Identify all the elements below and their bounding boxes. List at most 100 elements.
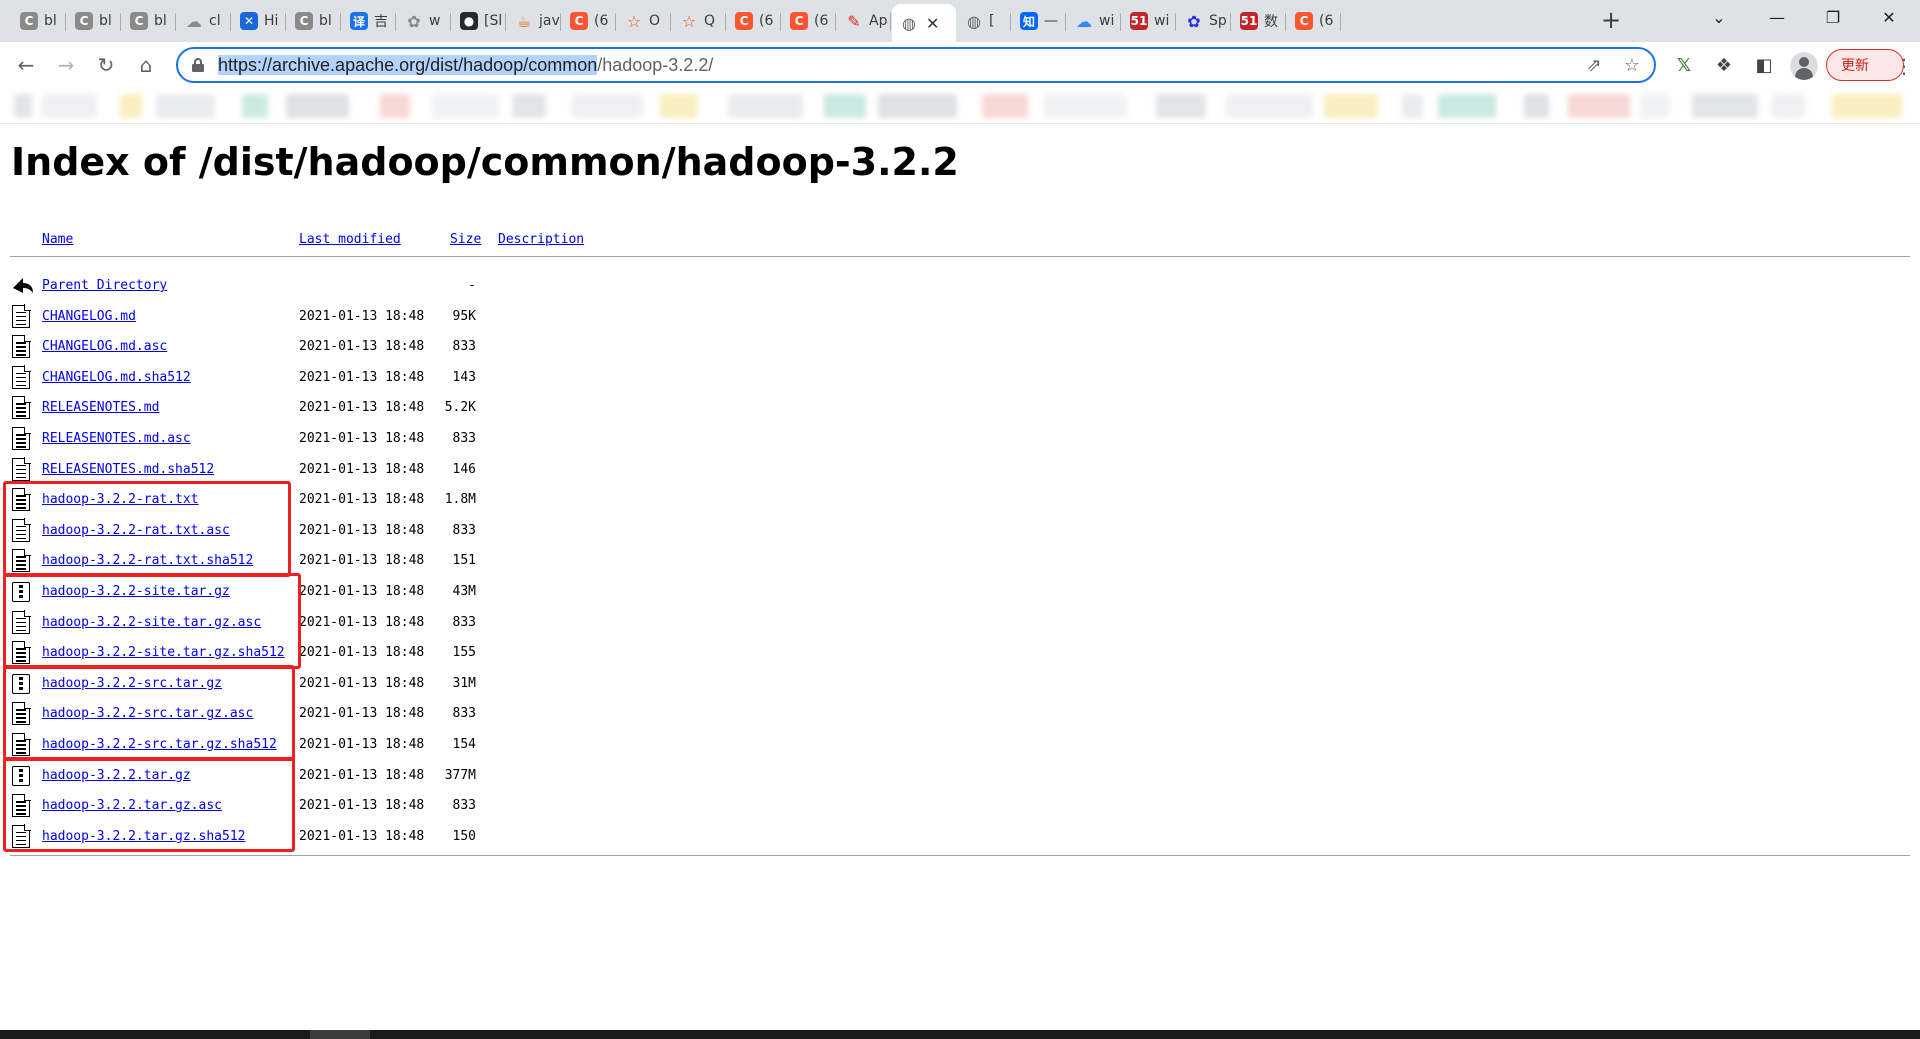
tab-search-chevron-icon[interactable]: ⌄ [1692, 0, 1746, 36]
tab-t13[interactable]: ☆ Q [672, 6, 726, 36]
last-modified-cell: 2021-01-13 18:48 [299, 522, 425, 538]
tab-t17[interactable]: ◍ ✕ [892, 4, 956, 42]
tab-t14[interactable]: C (6 [727, 6, 781, 36]
blurred-bookmark-item [1568, 94, 1630, 118]
tab-t5[interactable]: ✕ Hi [232, 6, 286, 36]
tab-separator [890, 13, 891, 31]
size-cell: 43M [452, 584, 476, 599]
tab-title: 数 [1264, 14, 1278, 30]
lock-icon[interactable] [192, 58, 204, 72]
column-header-description[interactable]: Description [498, 232, 584, 247]
tab-t22[interactable]: ✿ Sp [1177, 6, 1231, 36]
tab-separator [1120, 13, 1121, 31]
blurred-bookmark-item [242, 94, 268, 118]
parent-directory-link[interactable]: Parent Directory [42, 278, 167, 293]
blurred-bookmark-item [380, 94, 410, 118]
blurred-bookmark-item [286, 94, 349, 118]
tab-t18[interactable]: ◍[ [957, 6, 1011, 36]
tab-t6[interactable]: Cbl [287, 6, 341, 36]
tab-t15[interactable]: C (6 [782, 6, 836, 36]
tab-t4[interactable]: ☁ cl [177, 6, 231, 36]
file-link[interactable]: CHANGELOG.md [42, 309, 136, 324]
back-button[interactable]: ← [10, 50, 42, 82]
size-cell: 5.2K [444, 400, 476, 416]
tab-t24[interactable]: C (6 [1287, 6, 1341, 36]
tab-t19[interactable]: 知 — [1012, 6, 1066, 36]
tab-t16[interactable]: ✎ Ap [837, 6, 891, 36]
home-button[interactable]: ⌂ [130, 50, 162, 82]
update-button[interactable]: 更新 [1826, 49, 1904, 81]
cloud-icon: ☁ [186, 11, 202, 31]
tab-t9[interactable]: ● [Sl [452, 6, 506, 36]
tab-separator [1175, 13, 1176, 31]
tab-separator [1340, 13, 1341, 31]
blurred-bookmark-item [1832, 94, 1902, 118]
menu-dots-icon[interactable]: ⋮ [1894, 52, 1914, 80]
tab-t23[interactable]: 51 数 [1232, 6, 1286, 36]
csdn-gray-icon: C [130, 12, 148, 30]
tab-separator [615, 13, 616, 31]
tab-t20[interactable]: ☁ wi [1067, 6, 1121, 36]
tab-title: bl [44, 13, 57, 29]
url-text[interactable]: https://archive.apache.org/dist/hadoop/c… [218, 55, 713, 76]
divider-bottom [10, 855, 1910, 856]
tab-t8[interactable]: ✿ w [397, 6, 451, 36]
text-file-icon [10, 457, 32, 482]
tab-separator [395, 13, 396, 31]
blurred-bookmark-item [1640, 94, 1669, 118]
github-icon: ● [460, 12, 478, 30]
side-panel-icon[interactable]: ◧ [1750, 52, 1778, 80]
blurred-bookmark-item [1438, 94, 1496, 118]
file-link[interactable]: RELEASENOTES.md.asc [42, 431, 191, 446]
tab-t12[interactable]: ☆ O [617, 6, 671, 36]
tab-t3[interactable]: Cbl [122, 6, 176, 36]
baidu-icon: ✿ [1187, 11, 1201, 31]
file-link[interactable]: RELEASENOTES.md.sha512 [42, 462, 214, 477]
text-file-icon [10, 334, 32, 359]
tab-t2[interactable]: Cbl [67, 6, 121, 36]
csdn-icon: C [790, 12, 808, 30]
new-tab-button[interactable]: + [1596, 6, 1626, 36]
bookmark-star-icon[interactable]: ☆ [1620, 54, 1644, 78]
forward-button[interactable]: → [50, 50, 82, 82]
tab-title: wi [1099, 13, 1115, 29]
profile-avatar-icon[interactable] [1790, 52, 1818, 80]
restore-button[interactable]: ❐ [1806, 0, 1860, 36]
last-modified-cell: 2021-01-13 18:48 [299, 369, 425, 385]
tab-close-icon[interactable]: ✕ [926, 14, 939, 33]
reload-button[interactable]: ↻ [90, 50, 122, 82]
tab-t10[interactable]: ☕ jav [507, 6, 561, 36]
extension-x-icon[interactable]: 𝕏 [1670, 52, 1698, 80]
size-cell: 95K [452, 308, 476, 324]
file-link[interactable]: RELEASENOTES.md [42, 400, 159, 415]
csdn-icon: C [735, 12, 753, 30]
blurred-bookmark-item [432, 94, 499, 118]
last-modified-cell: 2021-01-13 18:48 [299, 553, 425, 569]
file-link[interactable]: CHANGELOG.md.asc [42, 339, 167, 354]
blurred-bookmark-item [120, 94, 142, 118]
tab-title: [ [989, 13, 995, 29]
minimize-button[interactable]: — [1750, 0, 1804, 36]
close-window-button[interactable]: ✕ [1862, 0, 1916, 36]
blurred-bookmark-item [42, 94, 97, 118]
file-link[interactable]: CHANGELOG.md.sha512 [42, 370, 191, 385]
translate-icon: 译 [350, 12, 368, 30]
size-cell: 833 [452, 431, 476, 446]
share-icon[interactable]: ⇗ [1582, 54, 1606, 78]
text-file-icon [10, 304, 32, 329]
tab-title: 吉 [374, 14, 388, 30]
tab-t21[interactable]: 51 wi [1122, 6, 1176, 36]
column-header-last-modified[interactable]: Last modified [299, 232, 401, 247]
column-header-size[interactable]: Size [450, 232, 481, 247]
blurred-bookmark-item [1226, 94, 1313, 118]
red-highlight-box [3, 481, 291, 577]
extensions-puzzle-icon[interactable]: ❖ [1710, 52, 1738, 80]
tab-t11[interactable]: C (6 [562, 6, 616, 36]
tab-t1[interactable]: Cbl [12, 6, 66, 36]
tab-title: wi [1154, 13, 1170, 29]
column-header-name[interactable]: Name [42, 232, 73, 247]
browser-toolbar: ← → ↻ ⌂ https://archive.apache.org/dist/… [0, 42, 1920, 88]
tab-t7[interactable]: 译吉 [342, 6, 396, 36]
address-bar[interactable]: https://archive.apache.org/dist/hadoop/c… [176, 47, 1656, 83]
blurred-bookmarks [0, 88, 1920, 124]
